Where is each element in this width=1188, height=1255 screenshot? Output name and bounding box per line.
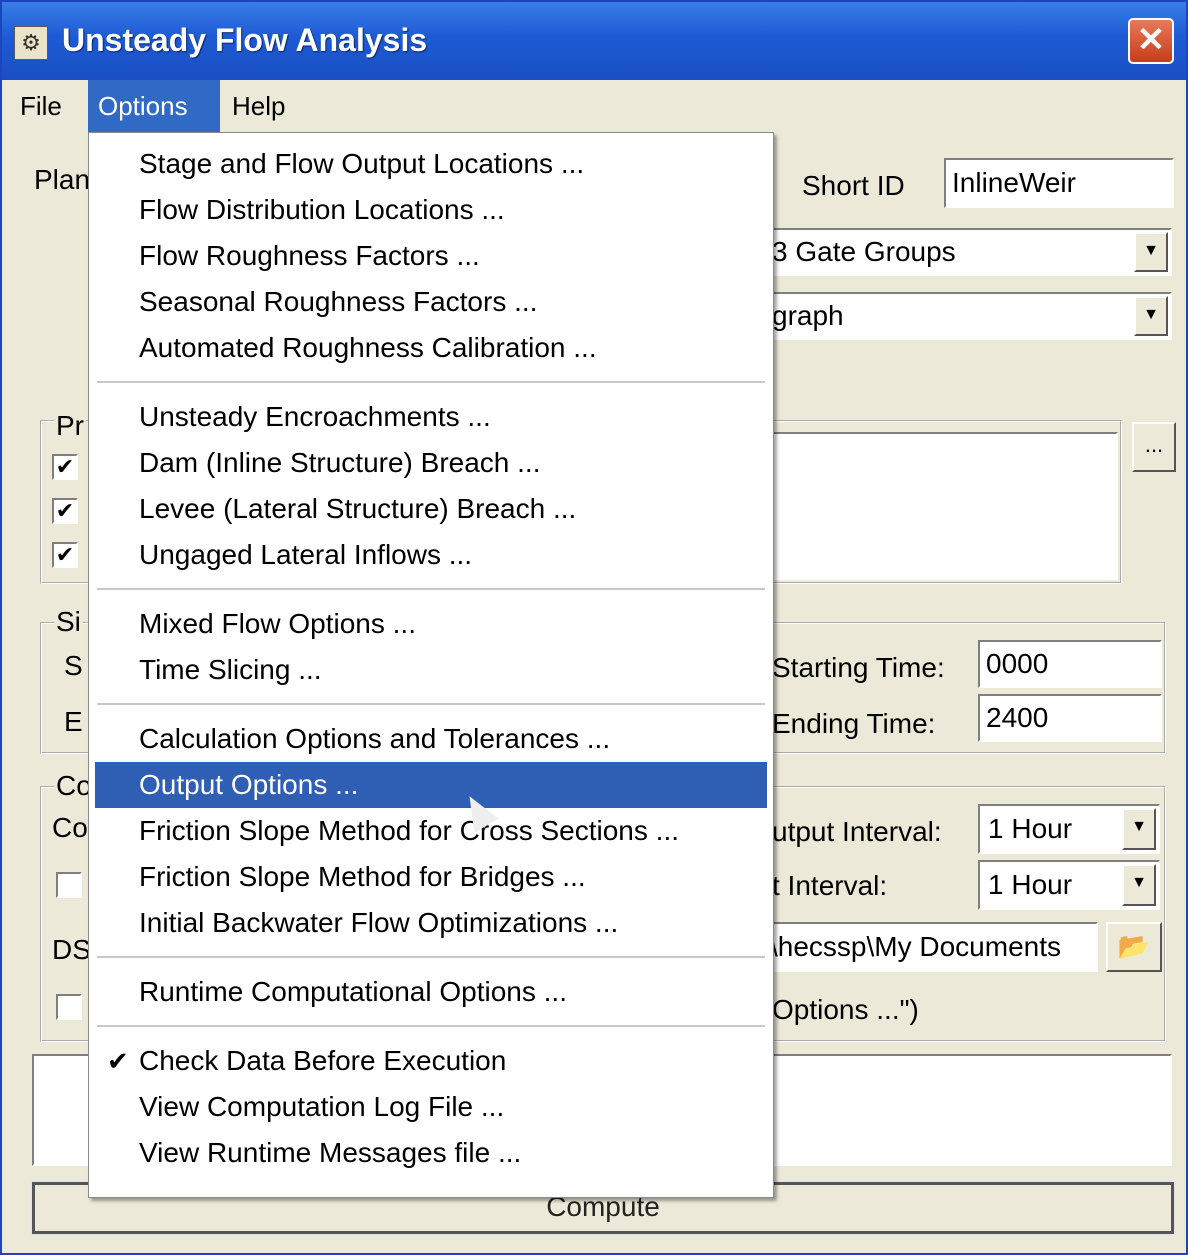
window-title: Unsteady Flow Analysis [62,22,428,58]
menu-separator [97,381,765,384]
menu-separator [97,703,765,706]
menu-item-initial-backwater-optimizations[interactable]: Initial Backwater Flow Optimizations ... [89,900,773,946]
computation-interval-label: Co [52,812,88,843]
interval2-label: t Interval: [772,870,888,901]
chevron-down-icon[interactable]: ▼ [1134,296,1168,336]
menu-item-view-runtime-messages[interactable]: View Runtime Messages file ... [89,1130,773,1176]
chevron-down-icon[interactable]: ▼ [1134,232,1168,272]
close-button[interactable]: ✕ [1128,18,1174,64]
output-interval-label: utput Interval: [772,816,942,847]
simulation-group-label: Si [54,606,83,638]
menu-item-unsteady-encroachments[interactable]: Unsteady Encroachments ... [89,394,773,440]
end-date-label: E [64,706,83,737]
interval2-select[interactable]: 1 Hour ▼ [978,860,1160,910]
menu-item-flow-distribution-locations[interactable]: Flow Distribution Locations ... [89,187,773,233]
menu-separator [97,1025,765,1028]
menu-separator [97,956,765,959]
option-checkbox-2[interactable] [56,994,82,1020]
title-bar[interactable]: ⚙ Unsteady Flow Analysis ✕ [2,2,1186,80]
menu-item-friction-slope-cross-sections[interactable]: Friction Slope Method for Cross Sections… [89,808,773,854]
geometry-file-value: 3 Gate Groups [772,236,956,267]
menu-item-flow-roughness-factors[interactable]: Flow Roughness Factors ... [89,233,773,279]
dss-label: DS [52,934,91,965]
plan-label: Plan [34,164,91,195]
ending-time-label: Ending Time: [772,708,936,739]
short-id-field[interactable]: InlineWeir [944,158,1174,208]
menu-item-dam-breach[interactable]: Dam (Inline Structure) Breach ... [89,440,773,486]
start-date-label: S [64,650,83,681]
program-checkbox-3[interactable]: ✔ [52,542,78,568]
description-box[interactable] [772,432,1118,580]
output-interval-select[interactable]: 1 Hour ▼ [978,804,1160,854]
hec-ras-icon: ⚙ [14,26,48,60]
menu-item-time-slicing[interactable]: Time Slicing ... [89,647,773,693]
menu-item-check-data-before-execution[interactable]: ✔ Check Data Before Execution [89,1038,773,1084]
chevron-down-icon[interactable]: ▼ [1122,864,1156,906]
options-dropdown-menu: Stage and Flow Output Locations ... Flow… [88,132,774,1198]
menu-item-label: Check Data Before Execution [139,1045,507,1076]
close-icon: ✕ [1136,21,1166,59]
ellipsis-button[interactable]: ... [1132,422,1176,472]
short-id-label: Short ID [802,170,905,201]
menu-item-stage-flow-output-locations[interactable]: Stage and Flow Output Locations ... [89,141,773,187]
starting-time-field[interactable]: 0000 [978,640,1162,688]
program-checkbox-2[interactable]: ✔ [52,498,78,524]
flow-file-select[interactable]: graph ▼ [762,292,1172,340]
menu-item-seasonal-roughness-factors[interactable]: Seasonal Roughness Factors ... [89,279,773,325]
interval2-value: 1 Hour [988,869,1073,900]
programs-group-label: Pr [54,410,86,442]
menu-item-view-computation-log[interactable]: View Computation Log File ... [89,1084,773,1130]
flow-file-value: graph [772,300,844,331]
menu-item-friction-slope-bridges[interactable]: Friction Slope Method for Bridges ... [89,854,773,900]
checkmark-icon: ✔ [107,1046,129,1076]
output-interval-value: 1 Hour [988,813,1073,844]
folder-open-icon: 📂 [1117,931,1151,961]
dss-path-field[interactable]: \hecssp\My Documents [762,922,1098,972]
menu-options[interactable]: Options [88,80,220,132]
menu-help[interactable]: Help [222,80,295,132]
chevron-down-icon[interactable]: ▼ [1122,808,1156,850]
menu-item-runtime-computational-options[interactable]: Runtime Computational Options ... [89,969,773,1015]
program-checkbox-1[interactable]: ✔ [52,454,78,480]
menu-separator [97,588,765,591]
menu-item-output-options[interactable]: Output Options ... [95,762,767,808]
menu-item-calculation-options[interactable]: Calculation Options and Tolerances ... [89,716,773,762]
geometry-file-select[interactable]: 3 Gate Groups ▼ [762,228,1172,276]
menu-file[interactable]: File [10,80,72,132]
menu-item-levee-breach[interactable]: Levee (Lateral Structure) Breach ... [89,486,773,532]
open-folder-button[interactable]: 📂 [1106,922,1162,972]
options-hint-text: Options ...") [772,994,919,1025]
unsteady-flow-analysis-window: ⚙ Unsteady Flow Analysis ✕ File Options … [0,0,1188,1255]
ending-time-field[interactable]: 2400 [978,694,1162,742]
menu-item-automated-roughness-calibration[interactable]: Automated Roughness Calibration ... [89,325,773,371]
menu-item-ungaged-lateral-inflows[interactable]: Ungaged Lateral Inflows ... [89,532,773,578]
option-checkbox-1[interactable] [56,872,82,898]
menu-bar: File Options Help [2,80,1186,132]
menu-item-mixed-flow-options[interactable]: Mixed Flow Options ... [89,601,773,647]
starting-time-label: Starting Time: [772,652,945,683]
